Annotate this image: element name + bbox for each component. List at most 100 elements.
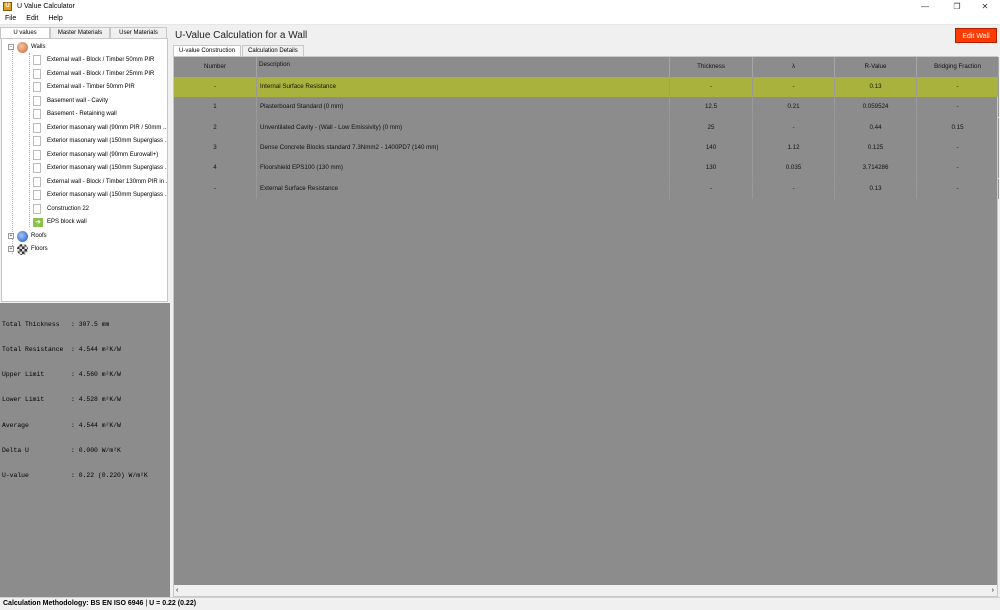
cell-r-value[interactable]: 0.059524 (835, 97, 917, 118)
header-bridging-fraction[interactable]: Bridging Fraction (917, 57, 999, 77)
wall-icon (17, 41, 28, 53)
menu-file[interactable]: File (0, 15, 21, 22)
cell-number[interactable]: 4 (174, 158, 257, 179)
cell-lambda[interactable]: - (753, 77, 835, 97)
table-row[interactable]: 2 Unventilated Cavity - (Wall - Low Emiss… (174, 117, 999, 138)
cell-number[interactable]: 1 (174, 97, 257, 118)
tree-item-wall[interactable]: ➜ EPS block wall (33, 216, 87, 228)
summary-line: Upper Limit : 4.560 m²K/W (2, 371, 121, 379)
cell-thickness[interactable]: - (670, 77, 753, 97)
tree-item-wall[interactable]: Basement - Retaining wall (33, 108, 117, 120)
cell-bridging-fraction[interactable]: - (917, 77, 999, 97)
cell-r-value[interactable]: 0.44 (835, 117, 917, 138)
tree-item-wall[interactable]: External wall - Block / Timber 25mm PIR (33, 68, 154, 80)
tree-item-wall[interactable]: Basement wall - Cavity (33, 95, 108, 107)
table-horizontal-scrollbar[interactable]: ‹ › (174, 585, 997, 596)
status-separator: | (145, 600, 148, 607)
cell-bridging-fraction[interactable]: - (917, 158, 999, 179)
tab-u-value-construction[interactable]: U-value Construction (173, 45, 242, 56)
tree-node-roofs[interactable]: + Roofs (8, 230, 47, 242)
cell-r-value[interactable]: 0.125 (835, 137, 917, 158)
document-icon (33, 109, 41, 119)
cell-description[interactable]: Unventilated Cavity - (Wall - Low Emissi… (257, 117, 670, 138)
cell-description[interactable]: Plasterboard Standard (0 mm) (257, 97, 670, 118)
tree-item-wall[interactable]: Exterior masonary wall (90mm Eurowall+) (33, 149, 158, 161)
document-icon (33, 190, 41, 200)
tree-item-label: Exterior masonary wall (150mm Superglass… (47, 192, 168, 198)
tree-item-label: External wall - Block / Timber 25mm PIR (47, 70, 155, 77)
cell-thickness[interactable]: 25 (670, 117, 753, 138)
expand-toggle-icon[interactable]: + (8, 246, 14, 252)
tree-node-walls[interactable]: − Walls (8, 41, 45, 53)
header-thickness[interactable]: Thickness (670, 57, 753, 77)
cell-lambda[interactable]: - (753, 178, 835, 199)
cell-lambda[interactable]: 0.21 (753, 97, 835, 118)
cell-thickness[interactable]: - (670, 178, 753, 199)
header-number[interactable]: Number (174, 57, 257, 77)
tree-label-floors: Floors (31, 246, 48, 252)
tree-node-floors[interactable]: + Floors (8, 243, 48, 255)
tree-item-label: External wall - Timber 50mm PIR (47, 84, 135, 90)
status-u-value: U = 0.22 (0.22) (149, 600, 197, 607)
cell-description[interactable]: Dense Concrete Blocks standard 7.3Nmm2 -… (257, 137, 670, 158)
summary-panel: Total Thickness : 307.5 mm Total Resista… (0, 303, 170, 597)
cell-lambda[interactable]: 1.12 (753, 137, 835, 158)
cell-thickness[interactable]: 12.5 (670, 97, 753, 118)
cell-description[interactable]: Internal Surface Resistance (257, 77, 670, 97)
table-row[interactable]: 1 Plasterboard Standard (0 mm) 12.5 0.21 0.0… (174, 97, 999, 118)
header-description[interactable]: Description (257, 57, 670, 77)
window-title: U Value Calculator (17, 3, 75, 10)
cell-number[interactable]: - (174, 77, 257, 97)
arrow-right-icon: ➜ (33, 217, 43, 227)
cell-description[interactable]: Floorshield EPS100 (130 mm) (257, 158, 670, 179)
tree-item-wall[interactable]: External wall - Block / Timber 130mm PIR… (33, 176, 167, 188)
tree-item-wall[interactable]: External wall - Timber 50mm PIR (33, 81, 135, 93)
expand-toggle-icon[interactable]: + (8, 233, 14, 239)
table-row[interactable]: 4 Floorshield EPS100 (130 mm) 130 0.035 3.71… (174, 158, 999, 179)
tab-master-materials[interactable]: Master Materials (50, 27, 110, 38)
summary-line: Average : 4.544 m²K/W (2, 421, 121, 429)
table-row[interactable]: - External Surface Resistance - -0.13- (174, 178, 999, 199)
header-r-value[interactable]: R-Value (835, 57, 917, 77)
tab-user-materials[interactable]: User Materials (110, 27, 167, 38)
cell-r-value[interactable]: 0.13 (835, 178, 917, 199)
cell-lambda[interactable]: - (753, 117, 835, 138)
close-button[interactable]: ✕ (970, 0, 1000, 13)
tree-item-wall[interactable]: Exterior masonary wall (150mm Superglass… (33, 189, 168, 201)
tree-item-label: Exterior masonary wall (90mm Eurowall+) (47, 151, 159, 158)
cell-number[interactable]: 3 (174, 137, 257, 158)
cell-thickness[interactable]: 130 (670, 158, 753, 179)
tree-item-wall[interactable]: Construction 22 (33, 203, 89, 215)
tree-item-wall[interactable]: Exterior masonary wall (90mm PIR / 50mm … (33, 122, 167, 134)
tree-item-wall[interactable]: External wall - Block / Timber 50mm PIR (33, 54, 154, 66)
tree-item-wall[interactable]: Exterior masonary wall (150mm Superglass… (33, 162, 167, 174)
menu-edit[interactable]: Edit (21, 15, 43, 22)
cell-bridging-fraction[interactable]: - (917, 178, 999, 199)
cell-number[interactable]: - (174, 178, 257, 199)
cell-number[interactable]: 2 (174, 117, 257, 138)
edit-wall-button[interactable]: Edit Wall (955, 28, 997, 43)
summary-line: Delta U : 0.000 W/m²K (2, 446, 121, 454)
cell-thickness[interactable]: 140 (670, 137, 753, 158)
cell-bridging-fraction[interactable]: - (917, 97, 999, 118)
summary-line: Total Resistance : 4.544 m²K/W (2, 346, 121, 354)
cell-bridging-fraction[interactable]: - (917, 137, 999, 158)
menu-help[interactable]: Help (43, 15, 67, 22)
tree-item-wall[interactable]: Exterior masonary wall (150mm Superglass… (33, 135, 167, 147)
cell-description[interactable]: External Surface Resistance (257, 178, 670, 199)
summary-line: U-value : 0.22 (0.220) W/m²K (2, 472, 148, 480)
minimize-button[interactable]: — (910, 0, 940, 13)
scroll-left-icon[interactable]: ‹ (176, 585, 178, 596)
scroll-right-icon[interactable]: › (992, 585, 994, 596)
cell-lambda[interactable]: 0.035 (753, 158, 835, 179)
cell-r-value[interactable]: 3.714286 (835, 158, 917, 179)
table-row[interactable]: - Internal Surface Resistance - -0.13- (174, 77, 999, 97)
maximize-button[interactable]: ❐ (942, 0, 972, 13)
tab-calculation-details[interactable]: Calculation Details (242, 45, 304, 56)
table-row[interactable]: 3 Dense Concrete Blocks standard 7.3Nmm2 … (174, 137, 999, 158)
collapse-toggle-icon[interactable]: − (8, 44, 14, 50)
header-lambda[interactable]: λ (753, 57, 835, 77)
cell-bridging-fraction[interactable]: 0.15 (917, 117, 999, 138)
cell-r-value[interactable]: 0.13 (835, 77, 917, 97)
tree-label-roofs: Roofs (31, 233, 47, 239)
